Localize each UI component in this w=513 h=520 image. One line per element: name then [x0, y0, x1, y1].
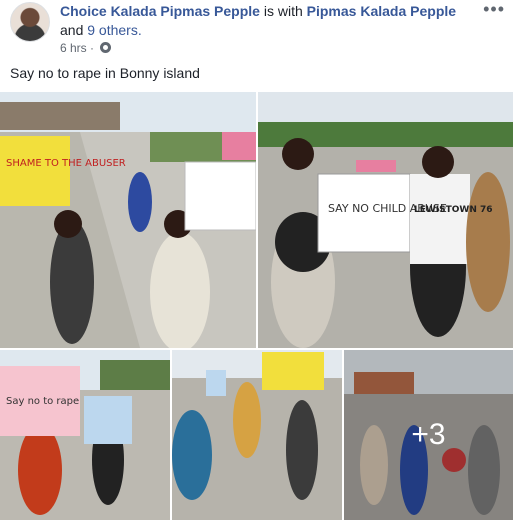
post-header: Choice Kalada Pipmas Pepple is with Pipm…	[10, 0, 505, 55]
tagged-person-link[interactable]: Pipmas Kalada Pepple	[307, 3, 456, 19]
author-avatar[interactable]	[10, 2, 50, 42]
with-text: is with	[263, 3, 303, 19]
post-title: Choice Kalada Pipmas Pepple is with Pipm…	[60, 2, 480, 40]
meta-separator: ·	[90, 41, 95, 55]
facebook-post: Choice Kalada Pipmas Pepple is with Pipm…	[0, 0, 513, 520]
more-options-icon[interactable]: •••	[483, 0, 505, 18]
photo-3[interactable]: Say no to rape	[0, 350, 170, 520]
photo-2-shirt: LEWISTOWN 76	[414, 205, 493, 215]
globe-icon[interactable]	[100, 42, 112, 53]
author-name-link[interactable]: Choice Kalada Pipmas Pepple	[60, 3, 260, 19]
photo-1-sign: SHAME TO THE ABUSER	[6, 158, 126, 169]
others-link[interactable]: 9 others.	[87, 22, 141, 38]
and-text: and	[60, 22, 84, 38]
photo-4[interactable]	[172, 350, 342, 520]
post-text: Say no to rape in Bonny island	[10, 65, 200, 81]
timestamp-link[interactable]: 6 hrs	[60, 41, 87, 55]
photo-1[interactable]: SHAME TO THE ABUSER	[0, 92, 256, 348]
photo-5-more[interactable]: +3	[344, 350, 513, 520]
photo-3-sign: Say no to rape	[6, 396, 79, 407]
post-meta: 6 hrs ·	[60, 40, 112, 56]
photo-2[interactable]: SAY NO CHILD ABUSE LEWISTOWN 76	[258, 92, 513, 348]
more-photos-count[interactable]: +3	[344, 350, 513, 520]
